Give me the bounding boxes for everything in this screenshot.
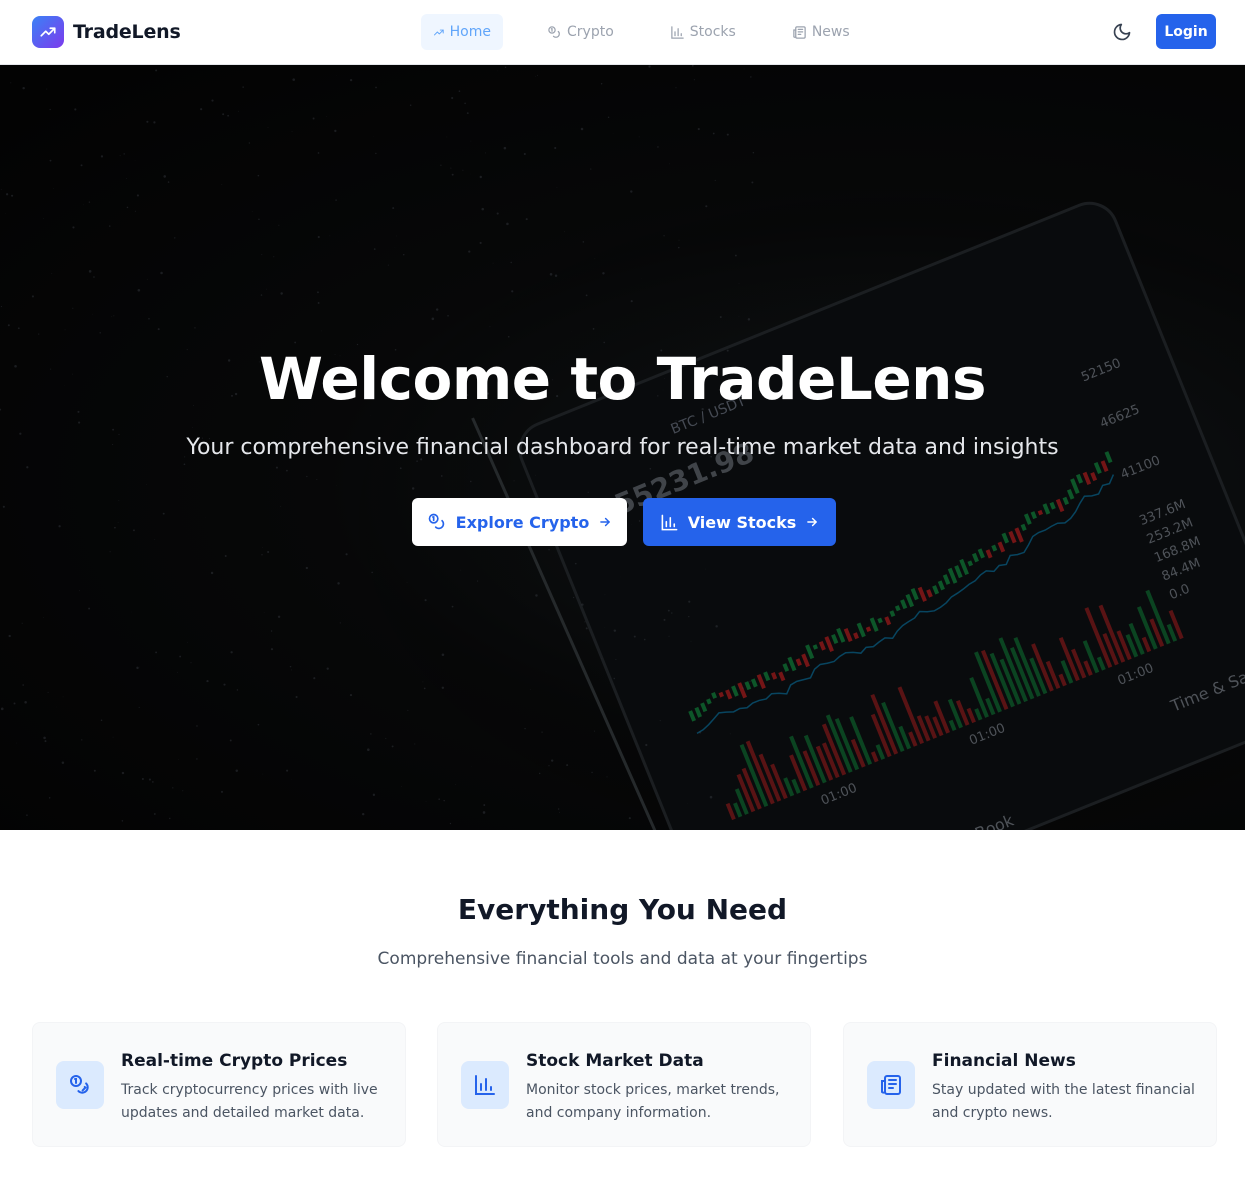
brand[interactable]: TradeLens [32, 16, 181, 48]
coins-icon [548, 25, 560, 38]
feature-card-description: Monitor stock prices, market trends, and… [526, 1082, 780, 1121]
coins-icon [428, 513, 444, 530]
nav-link-label: Stocks [689, 24, 736, 40]
feature-card-title: Real-time Crypto Prices [121, 1051, 348, 1071]
explore-crypto-label: Explore Crypto [455, 512, 590, 532]
features-title: Everything You Need [457, 893, 788, 926]
bar-chart-icon [671, 25, 684, 39]
nav-link-news[interactable]: News [780, 14, 862, 50]
nav-links: Home Crypto Stocks News [421, 14, 862, 50]
nav-link-crypto[interactable]: Crypto [535, 14, 626, 50]
nav-link-label: Crypto [567, 24, 614, 40]
hero-title: Welcome to TradeLens [259, 345, 986, 413]
login-button[interactable]: Login [1156, 14, 1216, 49]
explore-crypto-button[interactable]: Explore Crypto [412, 498, 627, 546]
brand-name: TradeLens [73, 21, 181, 43]
bar-chart-icon [661, 514, 678, 530]
feature-card-stocks: Stock Market Data Monitor stock prices, … [437, 1022, 811, 1147]
feature-card-news: Financial News Stay updated with the lat… [843, 1022, 1217, 1147]
moon-icon [1113, 23, 1131, 41]
feature-card-description: Stay updated with the latest financial a… [932, 1082, 1195, 1121]
top-navbar: TradeLens Home Crypto Stocks News Login [0, 0, 1245, 65]
arrow-right-icon [807, 517, 818, 527]
newspaper-icon [867, 1061, 915, 1109]
nav-link-stocks[interactable]: Stocks [658, 14, 748, 50]
hero-section: BTC / USDT 55231.98 52150 46625 41100 33… [0, 65, 1245, 830]
newspaper-icon [793, 25, 806, 39]
features-subtitle: Comprehensive financial tools and data a… [377, 949, 868, 969]
hero-subtitle: Your comprehensive financial dashboard f… [186, 435, 1059, 460]
feature-card-title: Financial News [932, 1051, 1076, 1071]
view-stocks-button[interactable]: View Stocks [643, 498, 836, 546]
bar-chart-icon [461, 1061, 509, 1109]
view-stocks-label: View Stocks [687, 512, 797, 532]
nav-link-label: Home [449, 24, 491, 40]
feature-card-crypto: Real-time Crypto Prices Track cryptocurr… [32, 1022, 406, 1147]
nav-link-label: News [811, 24, 850, 40]
trending-up-icon [32, 16, 64, 48]
trending-up-icon [433, 29, 444, 35]
theme-toggle-button[interactable] [1110, 20, 1134, 44]
feature-card-description: Track cryptocurrency prices with live up… [121, 1082, 378, 1121]
arrow-right-icon [600, 517, 611, 527]
nav-link-home[interactable]: Home [421, 14, 503, 50]
feature-card-title: Stock Market Data [526, 1051, 704, 1071]
coins-icon [56, 1061, 104, 1109]
